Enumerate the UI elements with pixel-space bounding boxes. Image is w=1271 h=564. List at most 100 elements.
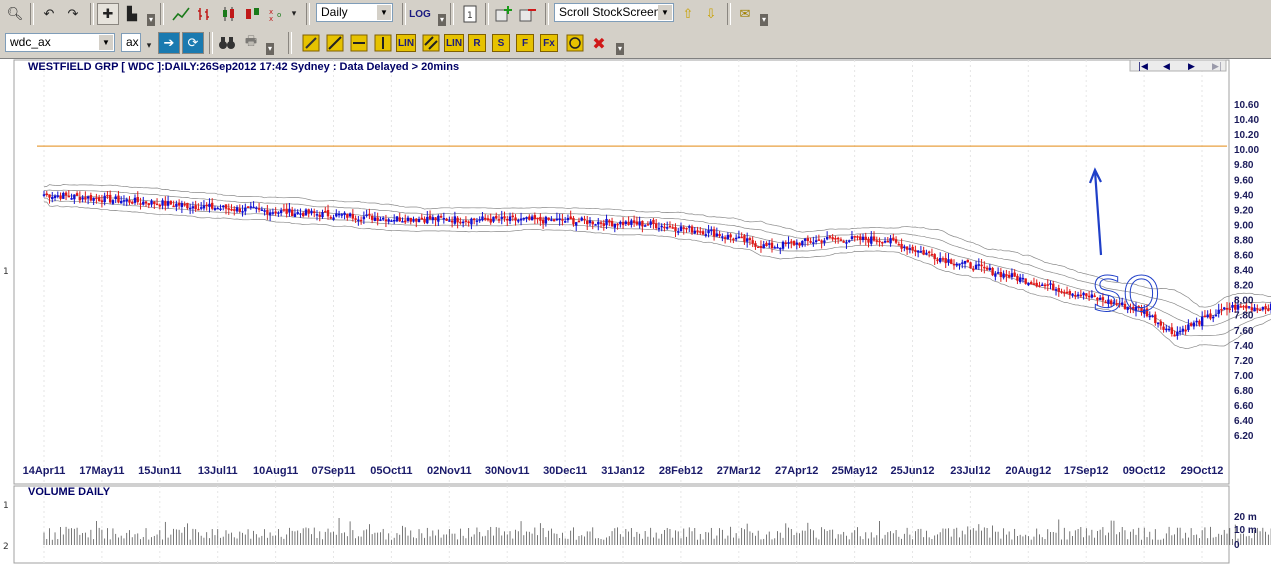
date-tick-label: 14Apr11 [23, 465, 66, 477]
scroll-end-button[interactable]: ▶| [1212, 62, 1222, 72]
redo-icon[interactable]: ↷ [62, 3, 84, 25]
s-tool-button[interactable]: S [492, 34, 510, 52]
chevron-down-icon[interactable]: ▼ [658, 5, 672, 20]
candle-body [597, 221, 600, 225]
candle-body [721, 236, 724, 238]
binoculars-icon[interactable] [216, 32, 238, 54]
crosshair-icon[interactable]: ✚ [97, 3, 119, 25]
scroll-forward-button[interactable]: ▶ [1188, 62, 1195, 72]
toolbar-separator [485, 3, 489, 25]
f-tool-button[interactable]: F [516, 34, 534, 52]
date-tick-label: 20Aug12 [1005, 465, 1051, 477]
candle-body [1217, 309, 1220, 314]
fx-tool-button[interactable]: Fx [540, 34, 558, 52]
candlestick-icon[interactable] [218, 3, 240, 25]
undo-icon[interactable]: ↶ [38, 3, 60, 25]
candle-body [969, 262, 972, 269]
add-chart-icon[interactable] [493, 3, 515, 25]
scroll-select[interactable]: Scroll StockScreen ▼ [554, 3, 674, 22]
arrow-up-icon[interactable]: ⇧ [677, 3, 699, 25]
volume-tick-label: 20 m [1234, 512, 1257, 523]
candle-body [770, 242, 774, 249]
toolbar-grip[interactable]: ▾ [147, 14, 155, 26]
toolbar-grip[interactable]: ▾ [616, 43, 624, 55]
parallel-lines-icon[interactable] [420, 32, 442, 54]
mail-icon[interactable]: ✉ [734, 3, 756, 25]
page-icon[interactable]: 1 [459, 3, 481, 25]
toolbar-grip[interactable]: ▾ [760, 14, 768, 26]
candle-body [630, 220, 633, 225]
trendline-icon[interactable] [324, 32, 346, 54]
candle-body [387, 219, 390, 222]
point-figure-icon[interactable]: xxo [266, 3, 288, 25]
toolbar-grip[interactable]: ▾ [438, 14, 446, 26]
candle-body [641, 220, 644, 227]
candle-body [1054, 289, 1058, 291]
price-chart[interactable]: 10.60 10.40 10.20 10.00 9.80 9.60 9.40 9.20 9.00… [0, 59, 1271, 564]
exchange-input[interactable]: ax [121, 33, 141, 52]
chevron-down-icon[interactable]: ▼ [377, 5, 391, 20]
candle-body [914, 249, 917, 252]
candle-body [1189, 323, 1193, 326]
print-icon[interactable]: 🖶︎ [240, 32, 262, 54]
chart-area[interactable]: 10.60 10.40 10.20 10.00 9.80 9.60 9.40 9.20 9.00… [0, 59, 1271, 564]
candle-body [1032, 283, 1036, 285]
candle-body [329, 217, 332, 219]
remove-chart-icon[interactable] [517, 3, 539, 25]
candle-body [45, 193, 48, 195]
go-arrow-icon[interactable]: ➔ [158, 32, 180, 54]
candle-body [357, 219, 360, 222]
chart-layout-icon[interactable]: ▙ [121, 3, 143, 25]
price-tick-label: 8.20 [1234, 281, 1254, 292]
line-chart-icon[interactable] [170, 3, 192, 25]
line-tool-2-button[interactable]: LIN [444, 34, 464, 52]
candle-body [131, 201, 134, 204]
candle-body [845, 242, 848, 244]
candle-body [519, 218, 523, 221]
candle-body [616, 223, 619, 226]
r-tool-button[interactable]: R [468, 34, 486, 52]
horizontal-line-icon[interactable] [348, 32, 370, 54]
toolbar-separator [545, 3, 549, 25]
candle-body [492, 216, 495, 222]
candle-body [856, 236, 859, 238]
log-scale-button[interactable]: LOG [408, 3, 432, 25]
price-tick-label: 7.60 [1234, 326, 1254, 337]
candle-body [740, 236, 743, 239]
candle-body [117, 195, 120, 203]
price-tick-label: 9.20 [1234, 205, 1254, 216]
date-tick-label: 25May12 [832, 465, 878, 477]
chevron-down-icon[interactable]: ▾ [143, 35, 155, 57]
toolbar-grip[interactable]: ▾ [266, 43, 274, 55]
candle-body [820, 240, 823, 243]
candle-body [544, 216, 548, 224]
candle-body [671, 227, 674, 229]
candle-body [663, 226, 666, 229]
bar-chart-icon[interactable] [194, 3, 216, 25]
chevron-down-icon[interactable]: ▼ [99, 35, 113, 50]
candle-body [572, 217, 575, 225]
candle-body [580, 217, 583, 221]
vertical-line-icon[interactable] [372, 32, 394, 54]
candle-body [362, 216, 366, 220]
candle-body [1016, 275, 1019, 281]
symbol-input[interactable]: wdc_ax ▼ [5, 33, 115, 52]
pencil-icon[interactable] [300, 32, 322, 54]
scroll-back-button[interactable]: ◀ [1163, 62, 1170, 72]
candle-body [916, 250, 920, 253]
line-tool-button[interactable]: LIN [396, 34, 416, 52]
candle-body [1225, 307, 1229, 310]
arrow-down-icon[interactable]: ⇩ [700, 3, 722, 25]
scroll-start-button[interactable]: |◀ [1138, 62, 1148, 72]
delete-drawing-icon[interactable]: ✖ [588, 32, 610, 54]
ohlc-icon[interactable] [242, 3, 264, 25]
fibonacci-circle-icon[interactable] [564, 32, 586, 54]
period-select[interactable]: Daily ▼ [316, 3, 393, 22]
price-tick-label: 9.00 [1234, 220, 1254, 231]
zoom-icon[interactable]: 🔍︎ [4, 3, 26, 25]
chart-type-dropdown-icon[interactable]: ▾ [288, 3, 300, 25]
refresh-icon[interactable]: ⟳ [182, 32, 204, 54]
candle-body [340, 214, 344, 216]
scroll-select-value: Scroll StockScreen [559, 5, 661, 19]
candle-body [1024, 278, 1027, 284]
